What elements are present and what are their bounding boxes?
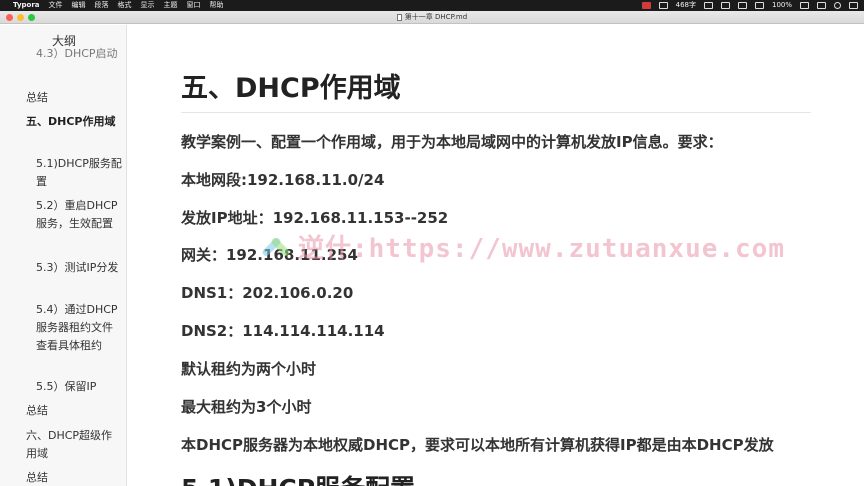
menu-format[interactable]: 格式 bbox=[118, 0, 132, 11]
battery-percent: 100% bbox=[771, 1, 792, 9]
control-center-icon[interactable] bbox=[849, 2, 858, 9]
document-editor[interactable]: 五、DHCP作用域 教学案例一、配置一个作用域，用于为本地局域网中的计算机发放I… bbox=[128, 25, 864, 486]
outline-item-5-5[interactable]: 5.5）保留IP bbox=[36, 378, 122, 396]
minimize-window-button[interactable] bbox=[17, 14, 24, 21]
maximize-window-button[interactable] bbox=[28, 14, 35, 21]
outline-item-5-2[interactable]: 5.2）重启DHCP服务，生效配置 bbox=[36, 197, 122, 233]
record-icon[interactable] bbox=[641, 2, 651, 9]
menu-file[interactable]: 文件 bbox=[49, 0, 63, 11]
keyboard-icon[interactable] bbox=[703, 2, 713, 9]
heading-dhcp-config: 5.1)DHCP服务配置 bbox=[181, 473, 415, 486]
paragraph-ip-range: 发放IP地址：192.168.11.153--252 bbox=[181, 209, 449, 227]
menu-help[interactable]: 帮助 bbox=[210, 0, 224, 11]
menu-theme[interactable]: 主题 bbox=[164, 0, 178, 11]
search-icon[interactable] bbox=[834, 2, 841, 9]
paragraph-authoritative: 本DHCP服务器为本地权威DHCP，要求可以本地所有计算机获得IP都是由本DHC… bbox=[181, 436, 774, 454]
outline-item-summary-2[interactable]: 总结 bbox=[26, 402, 122, 420]
paragraph-max-lease: 最大租约为3个小时 bbox=[181, 398, 312, 416]
paragraph-dns1: DNS1：202.106.0.20 bbox=[181, 284, 354, 302]
heading-divider bbox=[181, 112, 811, 113]
app-menu[interactable]: Typora bbox=[13, 0, 40, 11]
outline-sidebar: 大纲 4.3）DHCP启动 总结 五、DHCP作用域 5.1)DHCP服务配置 … bbox=[0, 25, 127, 486]
menu-view[interactable]: 显示 bbox=[141, 0, 155, 11]
wifi-icon[interactable] bbox=[754, 2, 764, 9]
document-icon bbox=[396, 14, 402, 21]
outline-item-4-3[interactable]: 4.3）DHCP启动 bbox=[36, 45, 122, 63]
user-icon[interactable] bbox=[817, 2, 826, 9]
menu-window[interactable]: 窗口 bbox=[187, 0, 201, 11]
battery-icon[interactable] bbox=[800, 2, 809, 9]
paragraph-gateway: 网关：192.168.11.254 bbox=[181, 246, 358, 264]
outline-item-5-1[interactable]: 5.1)DHCP服务配置 bbox=[36, 155, 122, 191]
outline-item-summary-3[interactable]: 总结 bbox=[26, 469, 122, 486]
traffic-lights bbox=[6, 14, 35, 21]
close-window-button[interactable] bbox=[6, 14, 13, 21]
outline-item-summary-1[interactable]: 总结 bbox=[26, 89, 122, 107]
word-count: 468字 bbox=[675, 1, 696, 9]
window-title-bar: 第十一章 DHCP.md bbox=[0, 11, 864, 24]
menu-edit[interactable]: 编辑 bbox=[72, 0, 86, 11]
outline-item-dhcp-superscope[interactable]: 六、DHCP超级作用域 bbox=[26, 427, 122, 463]
document-title-text: 第十一章 DHCP.md bbox=[404, 13, 468, 21]
volume-icon[interactable] bbox=[737, 2, 747, 9]
outline-item-5-4[interactable]: 5.4）通过DHCP服务器租约文件查看具体租约 bbox=[36, 301, 122, 355]
paragraph-subnet: 本地网段:192.168.11.0/24 bbox=[181, 171, 385, 189]
display-icon[interactable] bbox=[720, 2, 730, 9]
status-area: 468字 100% bbox=[641, 0, 858, 11]
heading-dhcp-scope: 五、DHCP作用域 bbox=[181, 73, 401, 104]
outline-item-dhcp-scope[interactable]: 五、DHCP作用域 bbox=[26, 113, 122, 131]
outline-item-5-3[interactable]: 5.3）测试IP分发 bbox=[36, 259, 122, 277]
document-title: 第十一章 DHCP.md bbox=[396, 11, 468, 24]
menu-paragraph[interactable]: 段落 bbox=[95, 0, 109, 11]
clipboard-icon[interactable] bbox=[658, 2, 668, 9]
paragraph-case-intro: 教学案例一、配置一个作用域，用于为本地局域网中的计算机发放IP信息。要求： bbox=[181, 133, 723, 151]
menu-bar: Typora 文件 编辑 段落 格式 显示 主题 窗口 帮助 468字 100% bbox=[0, 0, 864, 11]
paragraph-dns2: DNS2：114.114.114.114 bbox=[181, 322, 385, 340]
paragraph-default-lease: 默认租约为两个小时 bbox=[181, 360, 317, 378]
